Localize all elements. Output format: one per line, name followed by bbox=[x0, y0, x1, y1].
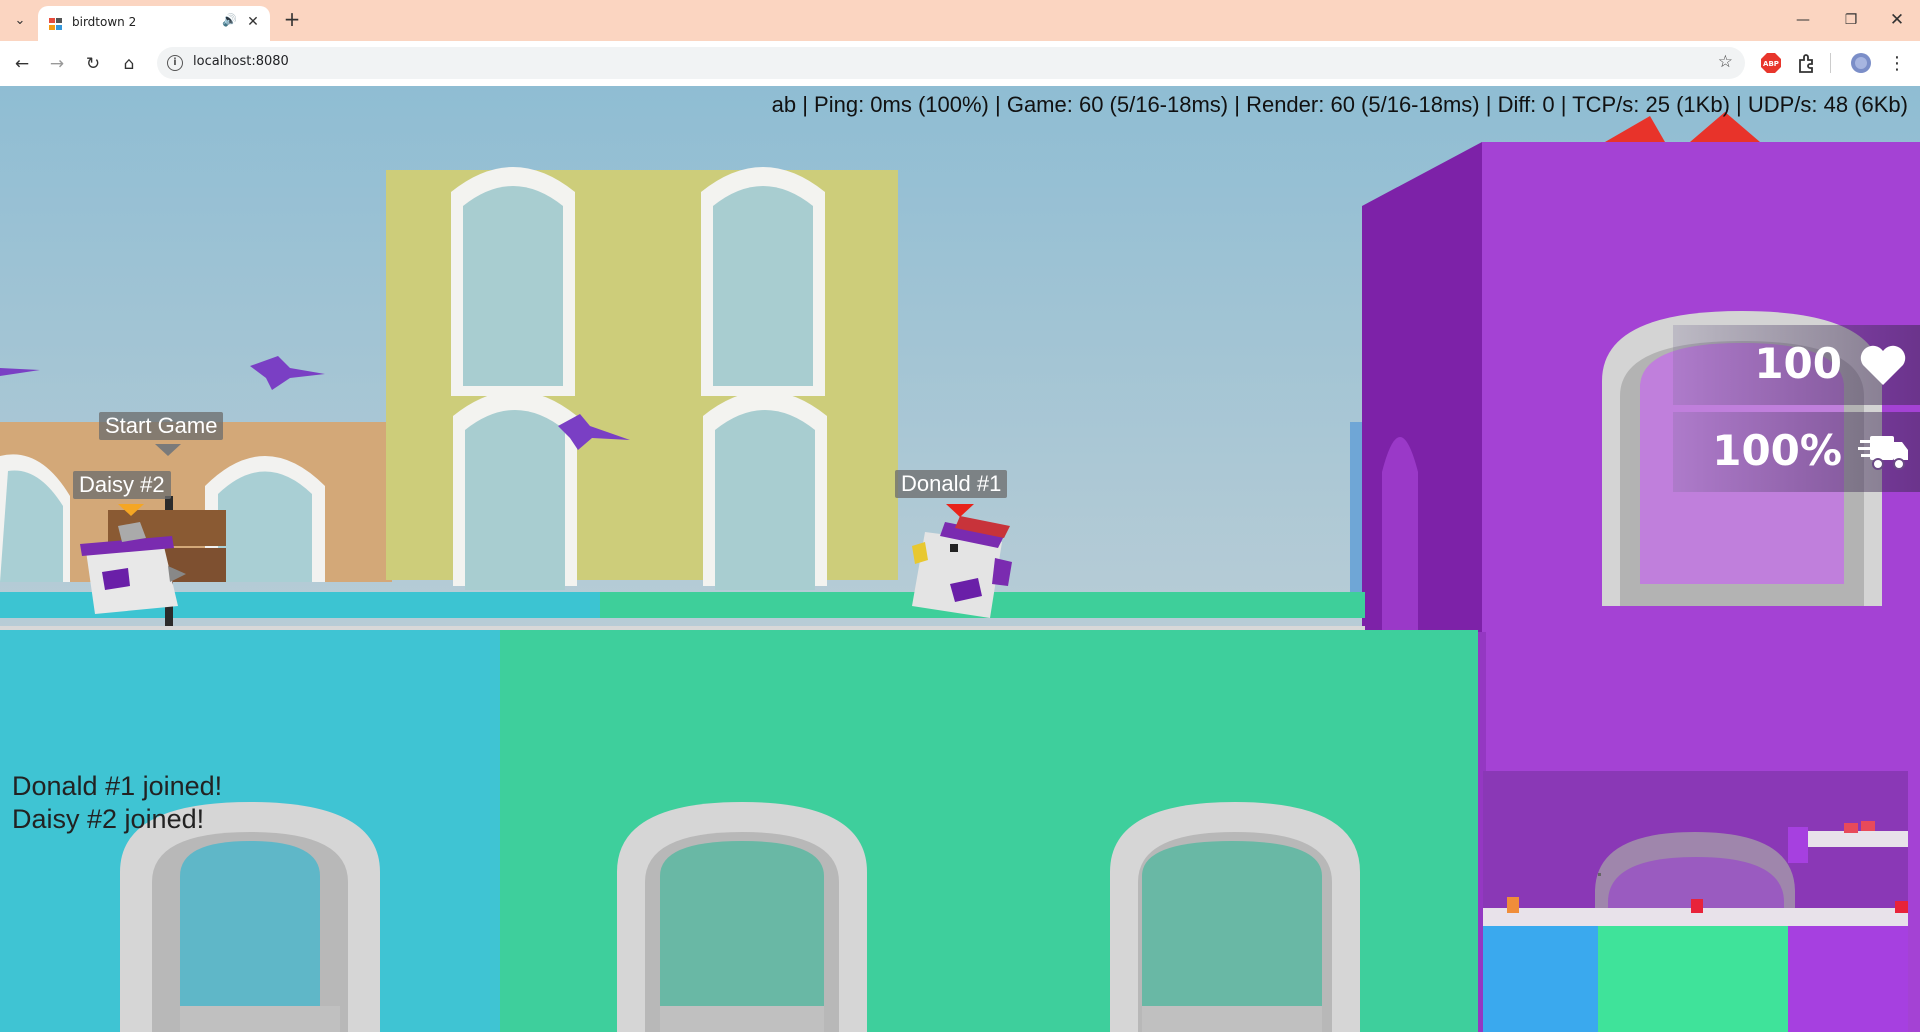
svg-text:ABP: ABP bbox=[1763, 60, 1779, 68]
network-stats: ab | Ping: 0ms (100%) | Game: 60 (5/16-1… bbox=[771, 92, 1908, 117]
yellow-building bbox=[386, 167, 898, 590]
player-marker-daisy bbox=[118, 504, 144, 516]
speed-value: 100% bbox=[1712, 426, 1842, 475]
favicon-icon bbox=[48, 16, 64, 32]
extensions-puzzle-icon[interactable] bbox=[1796, 52, 1818, 74]
url-text[interactable]: localhost:8080 bbox=[193, 54, 289, 69]
tab-birdtown[interactable]: birdtown 2 🔊 ✕ bbox=[38, 6, 270, 41]
forward-icon[interactable]: → bbox=[45, 52, 69, 76]
player-marker-donald bbox=[946, 504, 974, 517]
browser-toolbar: ← → ↻ ⌂ i localhost:8080 ☆ ABP ⋮ bbox=[0, 41, 1920, 86]
tab-search-button[interactable]: ⌄ bbox=[8, 8, 32, 32]
chat-message: Daisy #2 joined! bbox=[12, 804, 205, 834]
home-icon[interactable]: ⌂ bbox=[117, 52, 141, 76]
restore-icon[interactable]: ❐ bbox=[1828, 6, 1874, 34]
menu-dots-icon[interactable]: ⋮ bbox=[1885, 52, 1909, 76]
back-icon[interactable]: ← bbox=[10, 52, 34, 76]
truck-fast-icon bbox=[1858, 436, 1908, 470]
toolbar-divider bbox=[1830, 53, 1831, 73]
foreground-arches bbox=[120, 802, 1360, 1032]
speed-card: 100% bbox=[1673, 412, 1920, 492]
game-canvas[interactable]: ab | Ping: 0ms (100%) | Game: 60 (5/16-1… bbox=[0, 86, 1920, 1032]
sign-label: Start Game bbox=[99, 412, 224, 440]
tab-strip: ⌄ birdtown 2 🔊 ✕ + — ❐ ✕ bbox=[0, 0, 1920, 41]
new-tab-button[interactable]: + bbox=[280, 8, 304, 32]
profile-avatar-icon[interactable] bbox=[1850, 52, 1872, 74]
chevron-down-icon: ⌄ bbox=[14, 12, 26, 28]
chat-message: Donald #1 joined! bbox=[12, 771, 223, 801]
cyan-ledge bbox=[0, 592, 600, 618]
sign-marker bbox=[155, 444, 181, 456]
address-bar[interactable]: i localhost:8080 ☆ bbox=[157, 47, 1745, 79]
health-card: 100 bbox=[1673, 325, 1920, 405]
site-info-icon[interactable]: i bbox=[167, 55, 183, 71]
adblock-icon[interactable]: ABP bbox=[1760, 52, 1782, 74]
chat-log: Donald #1 joined! Daisy #2 joined! bbox=[12, 770, 222, 836]
player-nametag-daisy: Daisy #2 bbox=[73, 471, 171, 499]
reload-icon[interactable]: ↻ bbox=[81, 52, 105, 76]
minimize-icon[interactable]: — bbox=[1780, 6, 1826, 34]
heart-icon bbox=[1860, 345, 1906, 385]
window-close-icon[interactable]: ✕ bbox=[1874, 6, 1920, 34]
speaker-icon[interactable]: 🔊 bbox=[222, 13, 240, 31]
player-nametag-donald: Donald #1 bbox=[895, 470, 1008, 498]
tab-close-icon[interactable]: ✕ bbox=[244, 13, 262, 31]
health-value: 100 bbox=[1754, 339, 1842, 388]
tab-title: birdtown 2 bbox=[72, 15, 137, 29]
minimap bbox=[1483, 771, 1908, 1032]
bookmark-star-icon[interactable]: ☆ bbox=[1718, 52, 1733, 72]
